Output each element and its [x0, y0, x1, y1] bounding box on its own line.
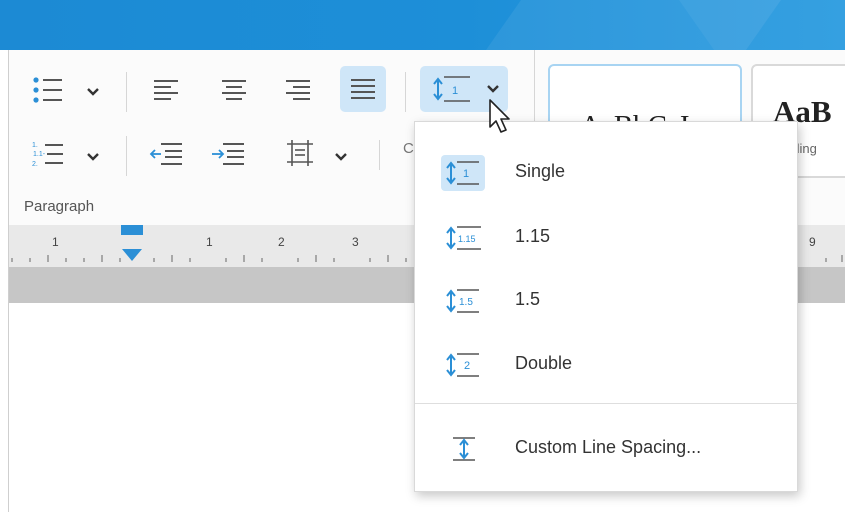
- menu-item-1-5[interactable]: 1.5 1.5: [415, 269, 797, 331]
- svg-text:1.5: 1.5: [459, 297, 473, 308]
- menu-item-label: Double: [515, 353, 573, 373]
- justify-icon[interactable]: [340, 66, 386, 112]
- svg-text:1: 1: [463, 168, 469, 180]
- ruler-number: 3: [352, 235, 359, 249]
- mouse-cursor-icon: [488, 98, 514, 141]
- ruler-number: 2: [278, 235, 285, 249]
- svg-text:2.: 2.: [32, 161, 38, 168]
- ruler-number: 1: [206, 235, 213, 249]
- line-spacing-dropdown: 1 Single 1.15 1.15 1.5 1.5 2 Double Cust…: [414, 121, 798, 492]
- align-center-icon[interactable]: [218, 74, 250, 106]
- align-left-icon[interactable]: [150, 74, 182, 106]
- numbered-list-icon[interactable]: 1. 1.1- 2.: [30, 136, 66, 172]
- svg-text:1.1-: 1.1-: [33, 151, 46, 158]
- menu-item-label: 1.5: [515, 289, 541, 309]
- svg-text:1.15: 1.15: [458, 234, 476, 244]
- partial-toolbar-letter: C: [403, 140, 414, 157]
- ruler-number: 9: [809, 235, 816, 249]
- increase-indent-icon[interactable]: [210, 139, 246, 169]
- title-bar: [0, 0, 845, 50]
- menu-item-label: 1.15: [515, 226, 551, 246]
- ruler-number: 1: [52, 235, 59, 249]
- align-right-icon[interactable]: [282, 74, 314, 106]
- menu-item-double[interactable]: 2 Double: [415, 333, 797, 395]
- line-spacing-single-icon: 1: [441, 155, 485, 191]
- menu-item-single[interactable]: 1 Single: [415, 141, 797, 203]
- first-line-indent-marker[interactable]: [121, 225, 143, 235]
- decrease-indent-icon[interactable]: [148, 139, 184, 169]
- paragraph-spacing-icon[interactable]: [284, 137, 316, 169]
- svg-text:1: 1: [452, 85, 458, 97]
- line-spacing-1-5-icon: 1.5: [441, 283, 485, 319]
- bullet-list-icon[interactable]: [30, 70, 66, 110]
- bullet-list-chevron-down-icon[interactable]: [86, 84, 100, 102]
- paragraph-group-label: Paragraph: [24, 198, 95, 215]
- line-spacing-double-icon: 2: [441, 347, 485, 383]
- menu-item-custom-line-spacing[interactable]: Custom Line Spacing...: [415, 417, 797, 479]
- left-indent-marker[interactable]: [120, 248, 144, 267]
- menu-item-1-15[interactable]: 1.15 1.15: [415, 206, 797, 268]
- custom-line-spacing-icon: [441, 431, 485, 467]
- menu-item-label: Single: [515, 161, 566, 181]
- numbered-list-chevron-down-icon[interactable]: [86, 149, 100, 167]
- svg-text:2: 2: [464, 360, 470, 372]
- menu-divider: [415, 403, 797, 404]
- svg-text:1.: 1.: [32, 142, 38, 149]
- spacing-chevron-down-icon[interactable]: [334, 149, 348, 167]
- line-spacing-1-15-icon: 1.15: [441, 220, 485, 256]
- menu-item-label: Custom Line Spacing...: [515, 437, 702, 457]
